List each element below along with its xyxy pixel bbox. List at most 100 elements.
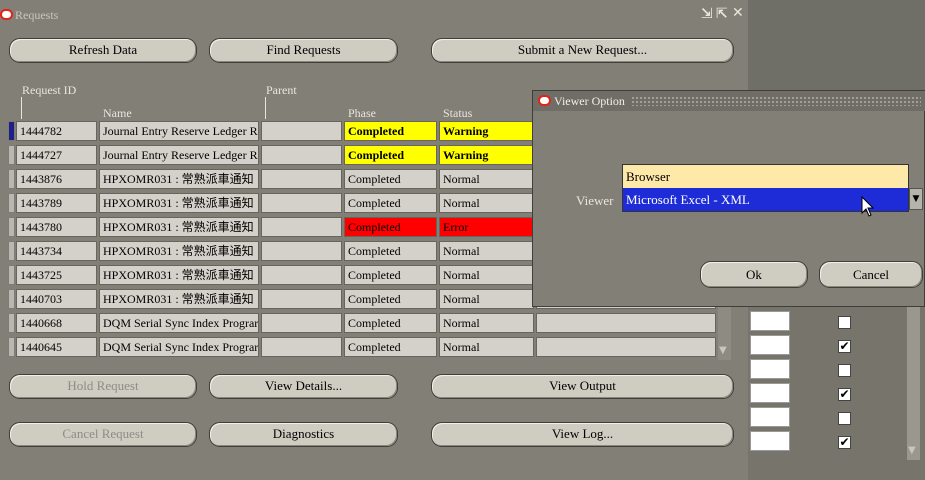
- phase-cell[interactable]: Completed: [344, 193, 437, 213]
- request-id-cell[interactable]: 1440703: [16, 289, 97, 309]
- find-requests-button[interactable]: Find Requests: [209, 38, 398, 63]
- row-selector[interactable]: [8, 193, 15, 213]
- name-cell[interactable]: DQM Serial Sync Index Prograr: [99, 337, 259, 357]
- col-name: Name: [103, 106, 132, 120]
- checkbox-checked[interactable]: ✔: [838, 388, 851, 401]
- request-id-cell[interactable]: 1443734: [16, 241, 97, 261]
- view-log-button[interactable]: View Log...: [431, 422, 734, 447]
- submit-new-request-button[interactable]: Submit a New Request...: [431, 38, 734, 63]
- panel-field[interactable]: [750, 335, 790, 355]
- phase-cell[interactable]: Completed: [344, 241, 437, 261]
- extra-cell[interactable]: [536, 313, 716, 333]
- row-selector[interactable]: [8, 169, 15, 189]
- request-id-cell[interactable]: 1443780: [16, 217, 97, 237]
- request-id-cell[interactable]: 1444782: [16, 121, 97, 141]
- name-cell[interactable]: HPXOMR031 : 常熟派車通知: [99, 241, 259, 261]
- name-cell[interactable]: Journal Entry Reserve Ledger Re: [99, 121, 259, 141]
- view-details-button[interactable]: View Details...: [209, 374, 398, 399]
- request-id-cell[interactable]: 1444727: [16, 145, 97, 165]
- parent-cell[interactable]: [261, 121, 342, 141]
- phase-cell[interactable]: Completed: [344, 313, 437, 333]
- parent-cell[interactable]: [261, 193, 342, 213]
- parent-cell[interactable]: [261, 241, 342, 261]
- request-id-cell[interactable]: 1443725: [16, 265, 97, 285]
- checkbox-checked[interactable]: ✔: [838, 340, 851, 353]
- parent-cell[interactable]: [261, 217, 342, 237]
- chevron-down-icon[interactable]: ▼: [909, 188, 923, 210]
- panel-field[interactable]: [750, 359, 790, 379]
- close-icon[interactable]: ✕: [732, 6, 744, 20]
- mouse-pointer-icon: [861, 196, 875, 217]
- panel-scrollbar[interactable]: ▼: [907, 300, 920, 460]
- panel-field[interactable]: [750, 311, 790, 331]
- phase-cell[interactable]: Completed: [344, 337, 437, 357]
- row-selector[interactable]: [8, 217, 15, 237]
- phase-cell[interactable]: Completed: [344, 265, 437, 285]
- name-cell[interactable]: HPXOMR031 : 常熟派車通知: [99, 265, 259, 285]
- checkbox-unchecked[interactable]: [838, 316, 851, 329]
- row-selector[interactable]: [8, 121, 15, 141]
- ok-button[interactable]: Ok: [700, 261, 808, 288]
- extra-cell[interactable]: [536, 337, 716, 357]
- status-cell[interactable]: Normal: [439, 169, 534, 189]
- parent-cell[interactable]: [261, 265, 342, 285]
- diagnostics-button[interactable]: Diagnostics: [209, 422, 398, 447]
- phase-cell[interactable]: Completed: [344, 217, 437, 237]
- checkbox-checked[interactable]: ✔: [838, 436, 851, 449]
- row-selector[interactable]: [8, 145, 15, 165]
- name-cell[interactable]: Journal Entry Reserve Ledger Re: [99, 145, 259, 165]
- status-cell[interactable]: Normal: [439, 313, 534, 333]
- parent-cell[interactable]: [261, 169, 342, 189]
- parent-cell[interactable]: [261, 289, 342, 309]
- header-divider: [21, 97, 22, 119]
- status-cell[interactable]: Normal: [439, 337, 534, 357]
- phase-cell[interactable]: Completed: [344, 169, 437, 189]
- request-id-cell[interactable]: 1440668: [16, 313, 97, 333]
- hold-request-button[interactable]: Hold Request: [9, 374, 197, 399]
- status-cell[interactable]: Normal: [439, 193, 534, 213]
- header-divider: [265, 97, 266, 119]
- status-cell[interactable]: Error: [439, 217, 534, 237]
- name-cell[interactable]: HPXOMR031 : 常熟派車通知: [99, 217, 259, 237]
- row-selector[interactable]: [8, 289, 15, 309]
- scroll-down-icon[interactable]: ▼: [908, 445, 916, 456]
- phase-cell[interactable]: Completed: [344, 145, 437, 165]
- row-selector[interactable]: [8, 241, 15, 261]
- status-cell[interactable]: Warning: [439, 121, 534, 141]
- request-id-cell[interactable]: 1443876: [16, 169, 97, 189]
- request-id-cell[interactable]: 1443789: [16, 193, 97, 213]
- refresh-data-button[interactable]: Refresh Data: [9, 38, 197, 63]
- row-selector[interactable]: [8, 265, 15, 285]
- minimize-icon[interactable]: ⇲: [701, 7, 713, 21]
- col-parent: Parent: [266, 83, 297, 97]
- oracle-icon: [0, 9, 13, 20]
- status-cell[interactable]: Normal: [439, 265, 534, 285]
- checkbox-unchecked[interactable]: [838, 412, 851, 425]
- scroll-down-icon[interactable]: ▼: [719, 345, 727, 356]
- phase-cell[interactable]: Completed: [344, 289, 437, 309]
- cancel-button[interactable]: Cancel: [819, 261, 923, 288]
- name-cell[interactable]: HPXOMR031 : 常熟派車通知: [99, 169, 259, 189]
- oracle-icon: [538, 95, 551, 106]
- name-cell[interactable]: HPXOMR031 : 常熟派車通知: [99, 289, 259, 309]
- row-selector[interactable]: [8, 337, 15, 357]
- panel-field[interactable]: [750, 383, 790, 403]
- row-selector[interactable]: [8, 313, 15, 333]
- view-output-button[interactable]: View Output: [431, 374, 734, 399]
- restore-icon[interactable]: ⇱: [716, 7, 728, 21]
- viewer-option-browser[interactable]: Browser: [623, 165, 908, 188]
- request-id-cell[interactable]: 1440645: [16, 337, 97, 357]
- parent-cell[interactable]: [261, 337, 342, 357]
- cancel-request-button[interactable]: Cancel Request: [9, 422, 197, 447]
- status-cell[interactable]: Normal: [439, 241, 534, 261]
- parent-cell[interactable]: [261, 145, 342, 165]
- panel-field[interactable]: [750, 431, 790, 451]
- name-cell[interactable]: HPXOMR031 : 常熟派車通知: [99, 193, 259, 213]
- status-cell[interactable]: Warning: [439, 145, 534, 165]
- status-cell[interactable]: Normal: [439, 289, 534, 309]
- panel-field[interactable]: [750, 407, 790, 427]
- phase-cell[interactable]: Completed: [344, 121, 437, 141]
- parent-cell[interactable]: [261, 313, 342, 333]
- checkbox-unchecked[interactable]: [838, 364, 851, 377]
- name-cell[interactable]: DQM Serial Sync Index Prograr: [99, 313, 259, 333]
